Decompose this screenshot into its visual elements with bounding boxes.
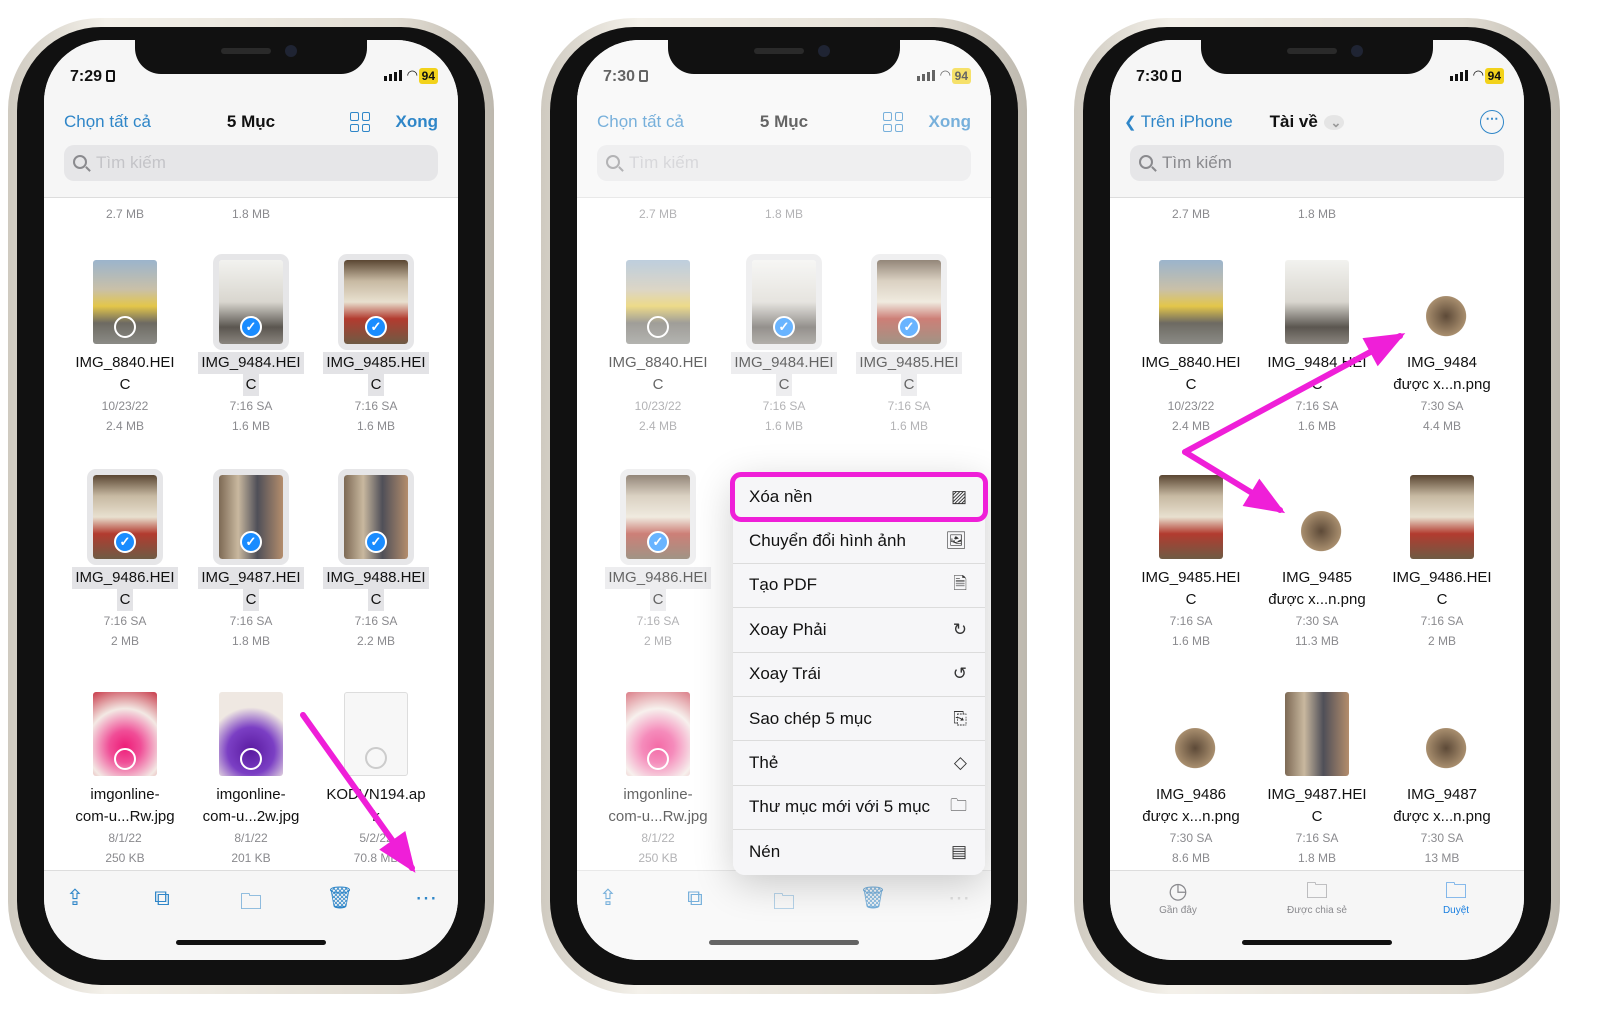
annotation-arrow-line [1182,333,1403,455]
annotation-arrows [300,333,1406,873]
annotation-arrowhead [1242,478,1286,514]
annotation-arrowhead [379,831,416,873]
annotation-arrowhead [1362,333,1406,367]
